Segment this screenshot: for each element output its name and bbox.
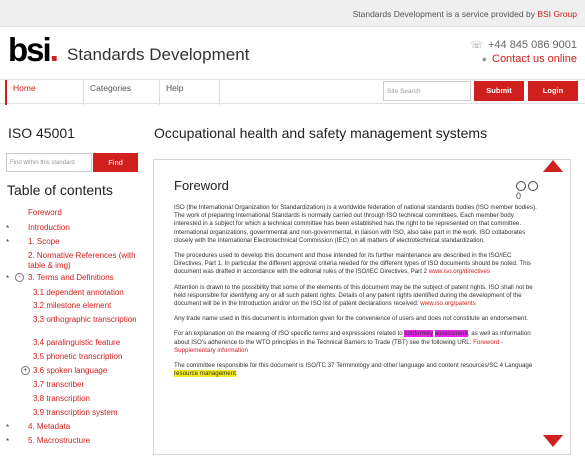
phone-icon: ☏	[470, 40, 483, 51]
document-viewer: Foreword 0 ISO (the International Organi…	[153, 159, 571, 455]
site-search-input[interactable]: Site Search	[383, 81, 471, 101]
comment-count: 0	[516, 190, 522, 201]
find-in-standard-input[interactable]: Find within this standard	[6, 153, 92, 172]
paragraph: Any trade name used in this document is …	[174, 315, 528, 323]
section-heading: Foreword	[174, 178, 229, 193]
find-button[interactable]: Find	[93, 153, 138, 172]
patents-link[interactable]: www.iso.org/patents	[420, 300, 475, 307]
paragraph: The procedures used to develop this docu…	[174, 252, 542, 277]
standard-title: Occupational health and safety managemen…	[154, 125, 488, 141]
site-header: bsi. Standards Development ☏ +44 845 086 …	[0, 27, 585, 79]
phone-number: ☏ +44 845 086 9001	[470, 39, 577, 51]
paragraph-text: For an explanation on the meaning of ISO…	[174, 330, 405, 338]
paragraph: Attention is drawn to the possibility th…	[174, 284, 542, 309]
bsi-logo[interactable]: bsi.	[8, 31, 59, 69]
tab-help[interactable]: Help	[159, 80, 219, 105]
toc-item-foreword[interactable]: Foreword	[28, 208, 62, 218]
toc-item-normative-references[interactable]: 2. Normative References (with table & im…	[28, 251, 143, 271]
phone-text: +44 845 086 9001	[487, 39, 577, 51]
contact-text[interactable]: Contact us online	[492, 53, 577, 65]
collapse-icon[interactable]: -	[15, 273, 24, 282]
highlight-resource-management[interactable]: resource management	[174, 370, 236, 378]
toc-item-3-6[interactable]: 3.6 spoken language	[33, 366, 107, 376]
logo-dot: .	[49, 31, 59, 68]
logo-text: bsi	[8, 31, 52, 68]
toc-item-scope[interactable]: 1. Scope	[28, 237, 60, 247]
toc-marker: *	[6, 437, 10, 446]
globe-icon: ●	[481, 54, 487, 64]
toc-marker: *	[6, 274, 10, 283]
toc-item-3-8[interactable]: 3.8 transcription	[33, 394, 90, 404]
toc-item-macrostructure[interactable]: 5. Macrostructure	[28, 436, 90, 446]
toc-marker: *	[6, 238, 10, 247]
toc-item-terms-definitions[interactable]: 3. Terms and Definitions	[28, 273, 114, 283]
toc-item-3-5[interactable]: 3.5 phonetic transcription	[33, 352, 122, 362]
toc-item-metadata[interactable]: 4. Metadata	[28, 422, 70, 432]
toc-item-3-1[interactable]: 3.1 dependent annotation	[33, 288, 124, 298]
toc-item-3-7[interactable]: 3.7 transcriber	[33, 380, 84, 390]
paragraph-text: Attention is drawn to the possibility th…	[174, 283, 533, 308]
paragraph-text: The committee responsible for this docum…	[174, 362, 533, 370]
expand-icon[interactable]: +	[21, 366, 30, 375]
service-text: Standards Development is a service provi…	[353, 9, 577, 19]
paragraph: ISO (the International Organization for …	[174, 204, 537, 244]
toc-item-introduction[interactable]: Introduction	[28, 223, 70, 233]
paragraph: For an explanation on the meaning of ISO…	[174, 330, 542, 355]
tab-categories[interactable]: Categories	[83, 80, 159, 105]
comment-controls[interactable]: 0	[516, 180, 544, 201]
toc-item-3-2[interactable]: 3.2 milestone element	[33, 301, 111, 311]
site-title: Standards Development	[67, 45, 250, 64]
bsi-group-link[interactable]: BSI Group	[537, 9, 577, 19]
highlight-assessment[interactable]: assessment	[434, 330, 468, 338]
tab-home[interactable]: Home	[5, 80, 83, 105]
toc-item-3-3[interactable]: 3.3 orthographic transcription	[33, 315, 143, 325]
standard-code: ISO 45001	[8, 125, 75, 141]
document-content: Foreword 0 ISO (the International Organi…	[174, 174, 544, 452]
service-bar: Standards Development is a service provi…	[0, 0, 585, 27]
comment-icon[interactable]	[528, 180, 538, 191]
service-label: Standards Development is a service provi…	[352, 9, 538, 19]
scroll-up-arrow-icon[interactable]	[543, 160, 563, 172]
paragraph: The committee responsible for this docum…	[174, 362, 542, 378]
scroll-down-arrow-icon[interactable]	[543, 435, 563, 447]
document-body: ISO (the International Organization for …	[174, 204, 542, 385]
login-button[interactable]: Login	[528, 81, 578, 101]
toc-marker: *	[6, 423, 10, 432]
nav-spacer	[219, 80, 379, 105]
directives-link[interactable]: www.iso.org/directives	[429, 268, 490, 275]
discussion-icon[interactable]	[516, 180, 526, 191]
submit-button[interactable]: Submit	[474, 81, 524, 101]
toc-marker: *	[6, 224, 10, 233]
toc-item-3-4[interactable]: 3.4 paralinguistic feature	[33, 338, 120, 348]
toc-title: Table of contents	[7, 182, 113, 198]
toc-item-3-9[interactable]: 3.9 transcription system	[33, 408, 117, 418]
paragraph-text: .	[235, 370, 238, 378]
contact-link[interactable]: ● Contact us online	[482, 53, 577, 65]
highlight-conformity[interactable]: conformity	[404, 330, 433, 338]
